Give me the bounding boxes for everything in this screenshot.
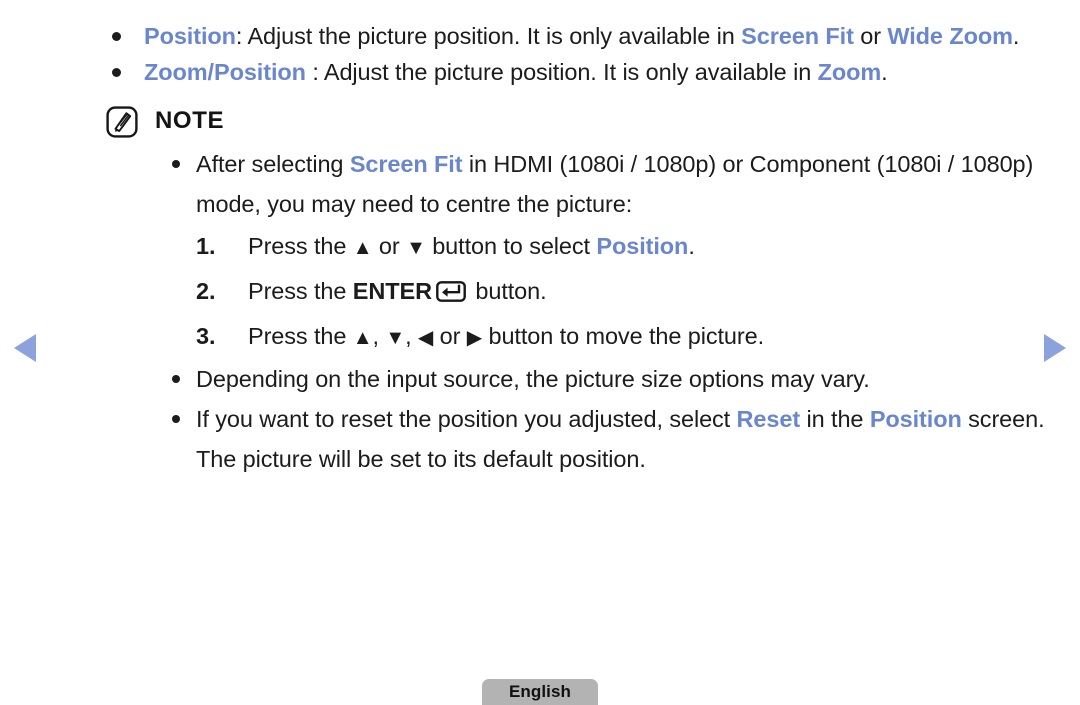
note-item-after-text-1: Depending on the input source, the pictu… — [196, 366, 870, 392]
step-2-text-2: button. — [468, 278, 547, 304]
step-2: 2. Press the ENTER button. — [0, 269, 1080, 314]
bullet-zoom-position-text-1: Adjust the picture position. It is only … — [323, 59, 818, 85]
term-screen-fit: Screen Fit — [741, 23, 854, 49]
bullet-position-text-1: Adjust the picture position. It is only … — [247, 23, 742, 49]
bullet-position: Position: Adjust the picture position. I… — [0, 18, 1080, 54]
note-item-reset: If you want to reset the position you ad… — [0, 399, 1080, 479]
note-pencil-icon — [106, 106, 138, 138]
term-zoom: Zoom — [817, 59, 882, 85]
term-position: Position — [869, 406, 962, 432]
note-header: NOTE — [0, 106, 1080, 144]
step-3-text-4: or — [433, 323, 467, 349]
term-wide-zoom: Wide Zoom — [887, 23, 1013, 49]
step-1-text-4: . — [688, 233, 695, 259]
step-1-text-1: Press the — [248, 233, 353, 259]
step-number: 2. — [196, 278, 216, 304]
step-3-text-1: Press the — [248, 323, 353, 349]
bullet-position-text-2: or — [853, 23, 888, 49]
bullet-dot-icon — [172, 415, 180, 423]
step-3-text-5: button to move the picture. — [482, 323, 765, 349]
bullet-dot-icon — [172, 375, 180, 383]
bullet-zoom-position-text-2: . — [881, 59, 888, 85]
bullet-dot-icon — [172, 160, 180, 168]
note-label: NOTE — [155, 107, 225, 134]
term-reset: Reset — [736, 406, 801, 432]
arrow-right-icon: ▶ — [466, 327, 483, 349]
bullet-dot-icon — [112, 68, 121, 77]
note-item-text-1: After selecting — [196, 151, 350, 177]
arrow-up-icon: ▲ — [352, 237, 373, 259]
page-content: Position: Adjust the picture position. I… — [0, 18, 1080, 479]
bullet-position-text-3: . — [1012, 23, 1020, 49]
language-tab[interactable]: English — [482, 679, 598, 705]
term-screen-fit: Screen Fit — [349, 151, 463, 177]
step-number: 1. — [196, 233, 216, 259]
step-number: 3. — [196, 323, 216, 349]
arrow-up-icon: ▲ — [352, 327, 373, 349]
bullet-zoom-position: Zoom/Position : Adjust the picture posit… — [0, 54, 1080, 90]
enter-return-icon — [436, 281, 466, 302]
bullet-dot-icon — [112, 32, 121, 41]
step-3-text-3: , — [405, 323, 418, 349]
note-item-reset-text-1: If you want to reset the position you ad… — [196, 406, 737, 432]
term-position: Position — [596, 233, 689, 259]
arrow-left-icon: ◀ — [417, 327, 434, 349]
manual-page: Position: Adjust the picture position. I… — [0, 0, 1080, 705]
note-item-input-source: Depending on the input source, the pictu… — [0, 359, 1080, 399]
arrow-down-icon: ▼ — [406, 237, 426, 259]
note-item-reset-text-2: in the — [800, 406, 870, 432]
step-1-text-3: button to select — [425, 233, 597, 259]
note-item-screen-fit: After selecting Screen Fit in HDMI (1080… — [0, 144, 1080, 224]
arrow-down-icon: ▼ — [385, 327, 406, 349]
step-3-text-2: , — [372, 323, 386, 349]
step-1-text-2: or — [372, 233, 407, 259]
step-2-text-1: Press the — [248, 278, 353, 304]
step-3: 3. Press the ▲, ▼, ◀ or ▶ button to move… — [0, 314, 1080, 359]
term-zoom-position: Zoom/Position — [144, 59, 306, 85]
step-1: 1. Press the ▲ or ▼ button to select Pos… — [0, 224, 1080, 269]
bullet-zoom-position-sep: : — [305, 59, 324, 85]
bullet-position-sep: : — [235, 23, 248, 49]
language-tab-label: English — [508, 682, 572, 701]
term-position: Position — [144, 23, 236, 49]
enter-key-label: ENTER — [352, 278, 432, 304]
